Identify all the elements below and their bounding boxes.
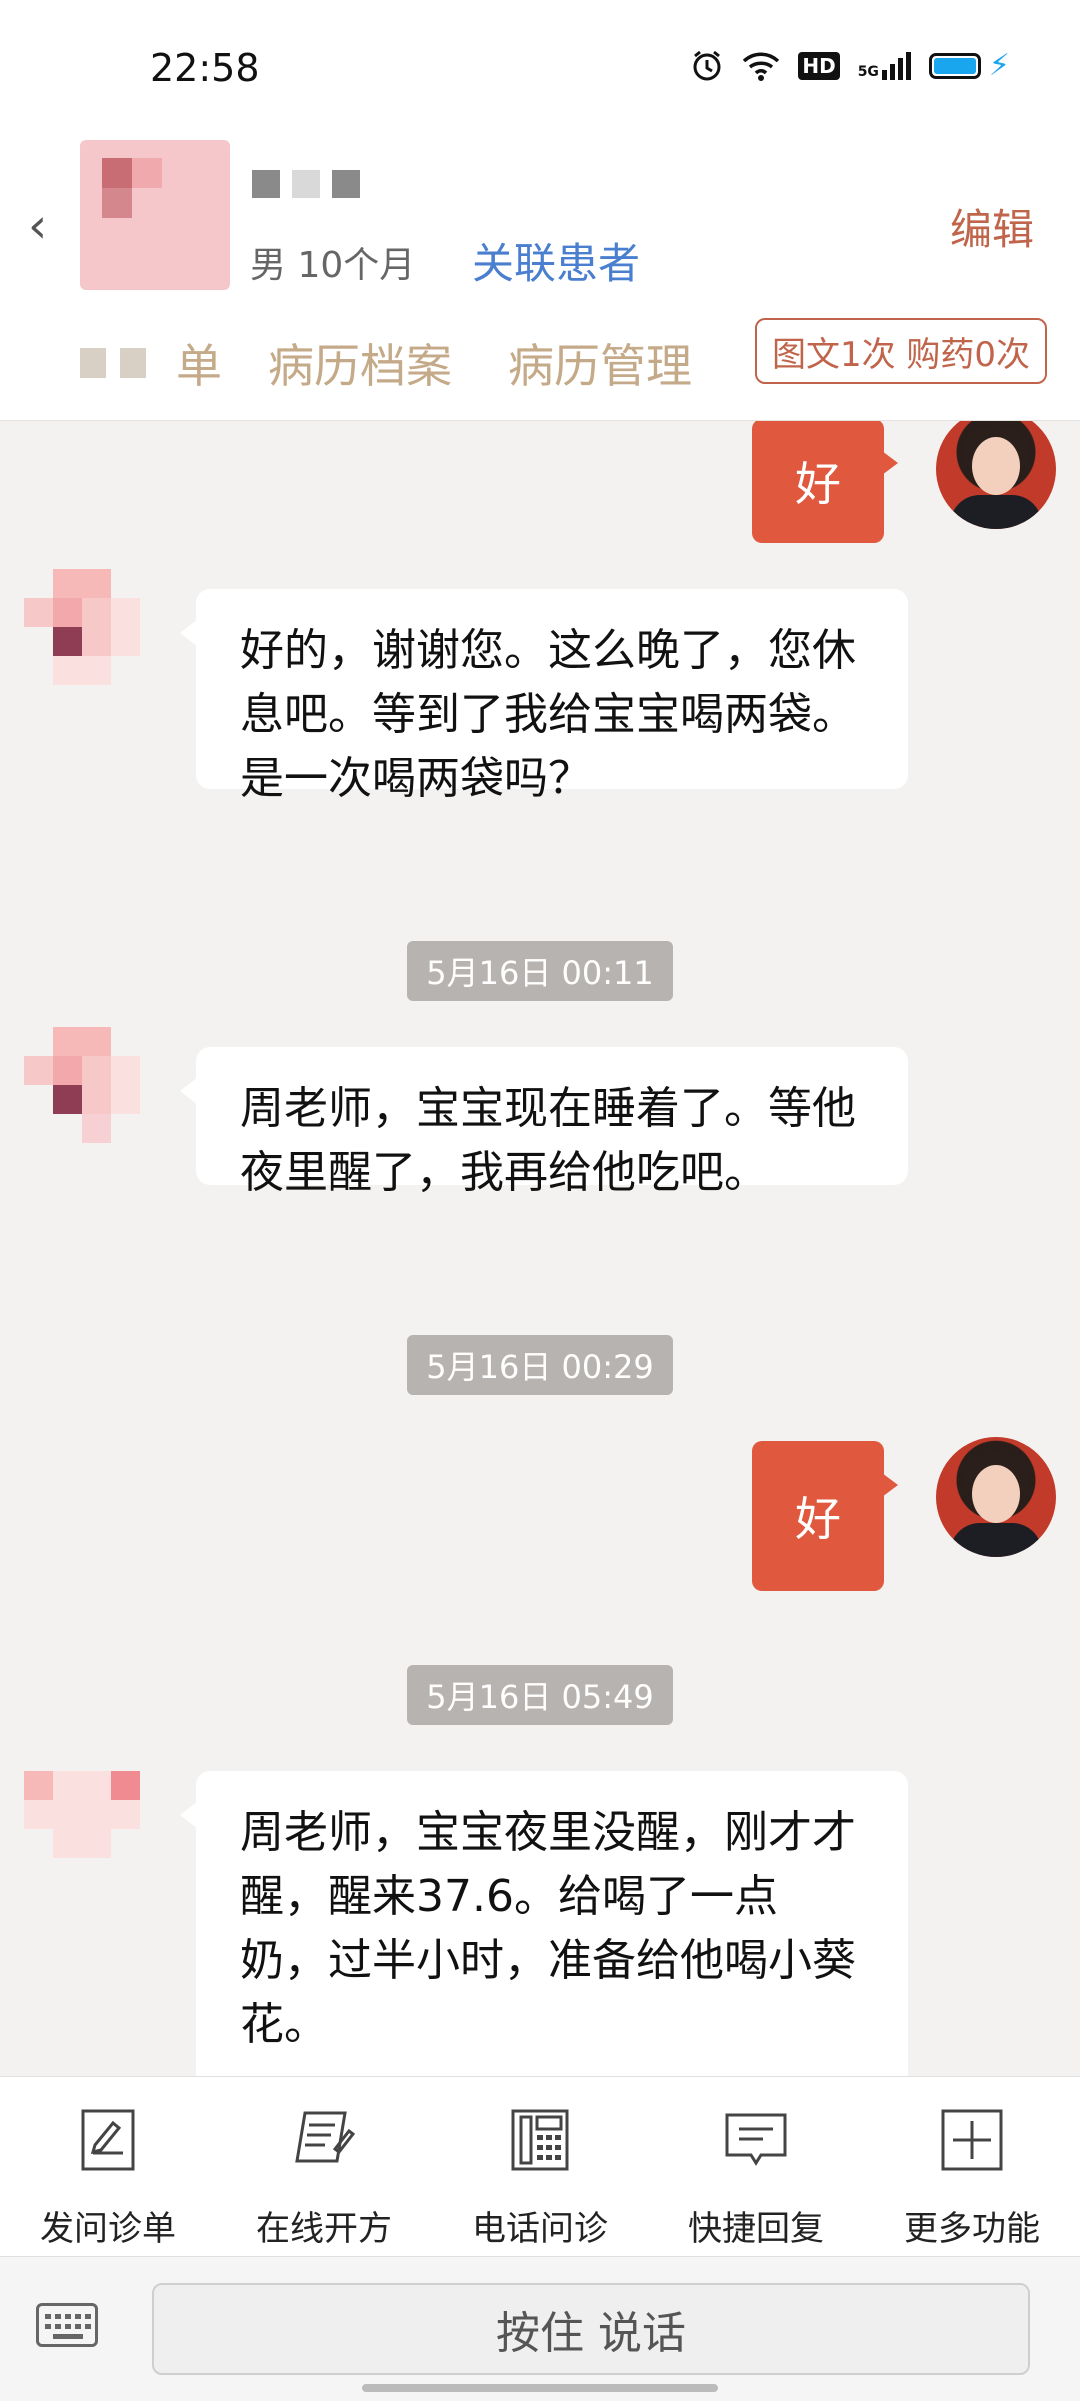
input-bar: 按住 说话 <box>0 2256 1080 2401</box>
patient-avatar[interactable] <box>24 569 140 685</box>
chat-area[interactable]: 好 好的，谢谢您。这么晚了，您休息吧。等到了我给宝宝喝两袋。是一次喝两袋吗？ 5… <box>0 421 1080 2076</box>
edit-button[interactable]: 编辑 <box>950 196 1034 257</box>
timestamp-chip: 5月16日 05:49 <box>407 1665 673 1725</box>
tab-blurred-prefix <box>80 348 146 378</box>
tab-orders[interactable]: 单 <box>176 330 222 396</box>
quick-reply-icon <box>725 2113 787 2166</box>
hd-badge: HD <box>798 51 840 80</box>
patient-meta: 男 10个月 <box>250 245 416 286</box>
patient-avatar-blurred[interactable] <box>80 140 230 290</box>
toolbar-label: 在线开方 <box>256 2209 392 2249</box>
home-indicator[interactable] <box>362 2384 718 2392</box>
doctor-avatar[interactable] <box>936 1437 1056 1557</box>
prescription-icon <box>295 2111 356 2163</box>
message-bubble-right[interactable]: 好 <box>752 1441 898 1591</box>
timestamp-chip: 5月16日 00:29 <box>407 1335 673 1395</box>
message-bubble-left[interactable]: 好的，谢谢您。这么晚了，您休息吧。等到了我给宝宝喝两袋。是一次喝两袋吗？ <box>180 589 908 804</box>
battery-icon <box>928 52 981 79</box>
more-functions-button[interactable]: 更多功能 <box>864 2105 1080 2250</box>
keyboard-icon[interactable] <box>36 2303 98 2347</box>
tab-medical-records[interactable]: 病历档案 <box>268 330 452 396</box>
back-arrow-icon[interactable]: ‹ <box>28 198 47 254</box>
toolbar-label: 快捷回复 <box>688 2209 824 2249</box>
form-pen-icon <box>81 2109 135 2171</box>
patient-name-blurred <box>252 170 360 198</box>
status-time: 22:58 <box>150 46 260 90</box>
hold-to-talk-button[interactable]: 按住 说话 <box>152 2283 1030 2375</box>
service-count-badge[interactable]: 图文1次 购药0次 <box>755 318 1047 384</box>
message-bubble-left[interactable]: 周老师，宝宝现在睡着了。等他夜里醒了，我再给他吃吧。 <box>180 1047 908 1198</box>
link-patient-button[interactable]: 关联患者 <box>472 230 640 291</box>
patient-avatar[interactable] <box>24 1771 140 1887</box>
doctor-avatar[interactable] <box>936 421 1056 529</box>
phone-icon <box>511 2109 569 2171</box>
charging-icon: ⚡ <box>988 48 1010 83</box>
patient-avatar[interactable] <box>24 1027 140 1143</box>
alarm-icon <box>693 50 721 80</box>
timestamp-chip: 5月16日 00:11 <box>407 941 673 1001</box>
tab-record-management[interactable]: 病历管理 <box>508 330 692 396</box>
phone-consult-button[interactable]: 电话问诊 <box>432 2105 648 2250</box>
message-bubble-right[interactable]: 好 <box>752 421 898 543</box>
send-form-button[interactable]: 发问诊单 <box>0 2105 216 2250</box>
toolbar-label: 电话问诊 <box>472 2209 608 2249</box>
action-toolbar: 发问诊单 在线开方 电话问诊 快捷回复 更多功能 <box>0 2076 1080 2257</box>
toolbar-label: 更多功能 <box>904 2209 1040 2249</box>
header-tabs: 单 病历档案 病历管理 图文1次 购药0次 <box>0 318 1080 408</box>
quick-reply-button[interactable]: 快捷回复 <box>648 2105 864 2250</box>
plus-icon <box>941 2109 1003 2171</box>
message-bubble-left[interactable]: 周老师，宝宝夜里没醒，刚才才醒，醒来37.6。给喝了一点奶，过半小时，准备给他喝… <box>180 1771 908 2076</box>
online-prescription-button[interactable]: 在线开方 <box>216 2105 432 2250</box>
status-bar: 22:58 HD 5G ⚡ <box>0 0 1080 140</box>
toolbar-label: 发问诊单 <box>40 2209 176 2249</box>
wifi-icon <box>743 52 780 81</box>
conversation-header: ‹ 男 10个月 关联患者 编辑 单 病历档案 病历管理 图文1次 购药0次 <box>0 140 1080 421</box>
signal-icon: 5G <box>858 51 911 80</box>
status-icons: HD 5G ⚡ <box>690 48 1010 83</box>
